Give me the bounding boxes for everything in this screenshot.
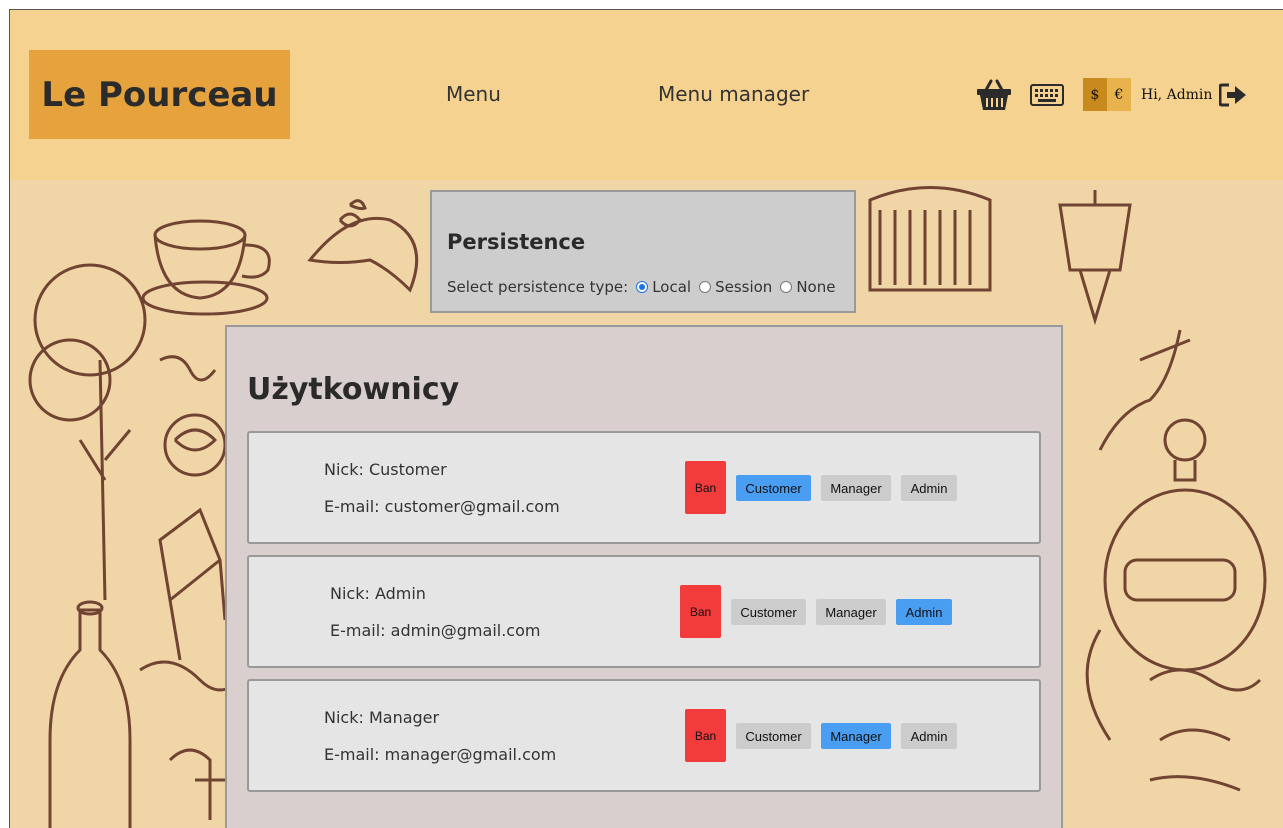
user-card: Nick: Customer E-mail: customer@gmail.co… <box>247 431 1041 544</box>
role-customer-button[interactable]: Customer <box>731 599 806 625</box>
persistence-options: Select persistence type: Local Session N… <box>447 278 835 296</box>
nav-menu-manager[interactable]: Menu manager <box>658 82 809 106</box>
keyboard-icon[interactable] <box>1030 84 1064 111</box>
users-title: Użytkownicy <box>247 372 460 407</box>
radio-session[interactable] <box>699 281 712 293</box>
user-greeting: Hi, Admin <box>1141 87 1213 103</box>
ban-button[interactable]: Ban <box>685 709 726 762</box>
currency-usd[interactable]: $ <box>1083 78 1107 111</box>
nav-menu[interactable]: Menu <box>446 82 501 106</box>
radio-session-label[interactable]: Session <box>715 278 772 296</box>
user-nick: Nick: Customer <box>324 460 447 479</box>
persistence-label: Select persistence type: <box>447 278 629 296</box>
role-admin-button[interactable]: Admin <box>901 723 957 749</box>
ban-button[interactable]: Ban <box>680 585 721 638</box>
app-frame: Le Pourceau Menu Menu manager $ € Hi, Ad… <box>9 9 1283 828</box>
user-card: Nick: Admin E-mail: admin@gmail.com Ban … <box>247 555 1041 668</box>
role-manager-button[interactable]: Manager <box>821 475 891 501</box>
logout-icon[interactable] <box>1218 83 1247 112</box>
role-admin-button[interactable]: Admin <box>896 599 952 625</box>
ban-button[interactable]: Ban <box>685 461 726 514</box>
role-customer-button[interactable]: Customer <box>736 723 811 749</box>
radio-local[interactable] <box>636 281 649 293</box>
persistence-panel: Persistence Select persistence type: Loc… <box>430 190 856 313</box>
currency-eur[interactable]: € <box>1107 78 1131 111</box>
user-card: Nick: Manager E-mail: manager@gmail.com … <box>247 679 1041 792</box>
radio-local-label[interactable]: Local <box>652 278 691 296</box>
user-email: E-mail: admin@gmail.com <box>330 621 541 640</box>
users-panel: Użytkownicy Nick: Customer E-mail: custo… <box>225 325 1063 828</box>
currency-switcher: $ € <box>1083 78 1131 111</box>
header: Le Pourceau Menu Menu manager $ € Hi, Ad… <box>10 10 1283 180</box>
user-email: E-mail: customer@gmail.com <box>324 497 560 516</box>
user-nick: Nick: Admin <box>330 584 426 603</box>
role-customer-button[interactable]: Customer <box>736 475 811 501</box>
role-admin-button[interactable]: Admin <box>901 475 957 501</box>
role-manager-button[interactable]: Manager <box>816 599 886 625</box>
user-nick: Nick: Manager <box>324 708 440 727</box>
logo[interactable]: Le Pourceau <box>29 50 290 139</box>
persistence-title: Persistence <box>447 230 586 254</box>
role-manager-button[interactable]: Manager <box>821 723 891 749</box>
radio-none-label[interactable]: None <box>796 278 835 296</box>
radio-none[interactable] <box>780 281 793 293</box>
basket-icon[interactable] <box>976 78 1012 117</box>
user-email: E-mail: manager@gmail.com <box>324 745 557 764</box>
